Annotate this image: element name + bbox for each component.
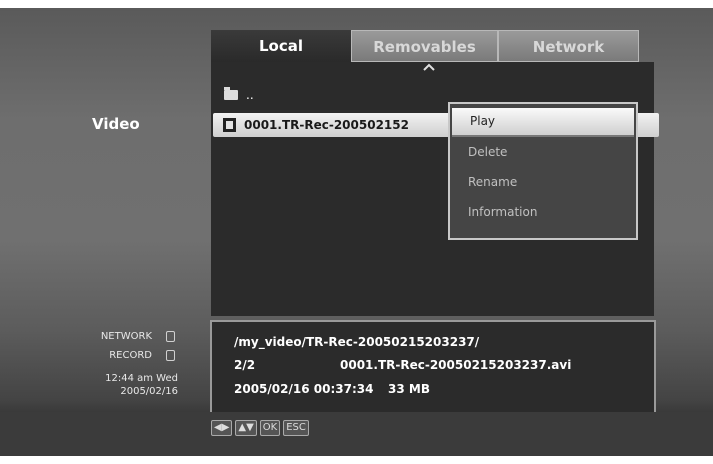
info-path: /my_video/TR-Rec-20050215203237/: [234, 335, 480, 349]
info-count: 2/2: [234, 358, 256, 372]
info-datetime: 2005/02/16 00:37:34: [234, 382, 374, 396]
network-status-label: NETWORK: [100, 331, 152, 342]
context-menu: Play Delete Rename Information: [448, 102, 638, 240]
file-name: 0001.TR-Rec-200502152: [244, 118, 409, 132]
esc-key: ESC: [283, 420, 309, 436]
menu-item-play[interactable]: Play: [452, 108, 634, 137]
info-filename: 0001.TR-Rec-20050215203237.avi: [340, 358, 572, 372]
tab-network[interactable]: Network: [498, 30, 639, 62]
source-tabs: Local Removables Network: [211, 30, 639, 62]
key-hints: ◀▶ ▲▼ OK ESC: [211, 420, 309, 436]
clock-date: 2005/02/16: [120, 386, 178, 397]
scroll-up-chevron-icon[interactable]: [422, 60, 436, 74]
ok-key: OK: [259, 420, 281, 436]
record-status-label: RECORD: [109, 350, 152, 361]
record-indicator-icon: [166, 350, 175, 361]
info-size: 33 MB: [388, 382, 430, 396]
bottom-bar: [0, 412, 713, 456]
network-indicator-icon: [166, 331, 175, 342]
left-right-arrows-icon: ◀▶: [211, 420, 233, 436]
menu-item-information[interactable]: Information: [450, 197, 636, 227]
parent-folder-row[interactable]: ..: [224, 87, 254, 102]
folder-icon: [224, 87, 238, 100]
tab-local[interactable]: Local: [211, 30, 351, 62]
menu-item-rename[interactable]: Rename: [450, 167, 636, 197]
file-info-panel: /my_video/TR-Rec-20050215203237/ 2/2 000…: [210, 320, 656, 412]
tab-removables[interactable]: Removables: [351, 30, 498, 62]
menu-item-delete[interactable]: Delete: [450, 137, 636, 167]
section-title: Video: [92, 115, 140, 133]
parent-folder-label: ..: [246, 88, 254, 102]
up-down-arrows-icon: ▲▼: [235, 420, 257, 436]
film-icon: [223, 118, 236, 132]
clock-time: 12:44 am Wed: [105, 373, 178, 384]
